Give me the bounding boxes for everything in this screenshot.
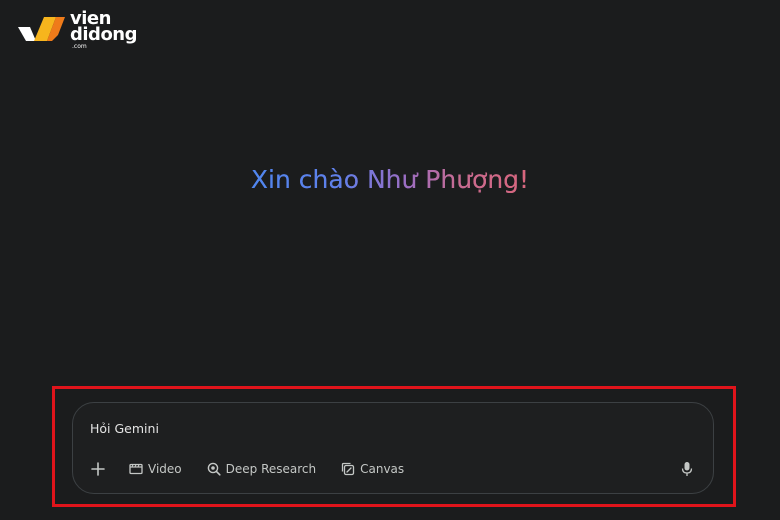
deep-research-icon (207, 462, 221, 476)
deep-research-label: Deep Research (225, 462, 317, 476)
film-icon (129, 463, 143, 475)
deep-research-button[interactable]: Deep Research (207, 457, 316, 481)
video-button[interactable]: Video (129, 457, 182, 481)
watermark-line2: didong (70, 24, 138, 45)
prompt-toolbar: Video Deep Research Canvas (87, 457, 404, 481)
viendidong-watermark: vien didong .com (16, 10, 138, 50)
microphone-button[interactable] (677, 459, 697, 479)
video-label: Video (148, 462, 182, 476)
canvas-label: Canvas (360, 462, 405, 476)
add-button[interactable] (87, 457, 109, 481)
viendidong-logo-icon (18, 17, 65, 41)
canvas-icon (341, 462, 355, 476)
plus-icon (91, 462, 105, 476)
canvas-button[interactable]: Canvas (341, 457, 404, 481)
prompt-input[interactable]: Hỏi Gemini (90, 419, 650, 439)
microphone-icon (681, 462, 693, 476)
watermark-suffix: .com (72, 43, 87, 50)
greeting-heading: Xin chào Như Phượng! (0, 163, 780, 197)
greeting-text: Xin chào Như Phượng! (251, 163, 529, 197)
gemini-home-screen: vien didong .com Xin chào Như Phượng! Hỏ… (0, 0, 780, 520)
prompt-box[interactable]: Hỏi Gemini Video Deep Research Canvas (72, 402, 714, 494)
